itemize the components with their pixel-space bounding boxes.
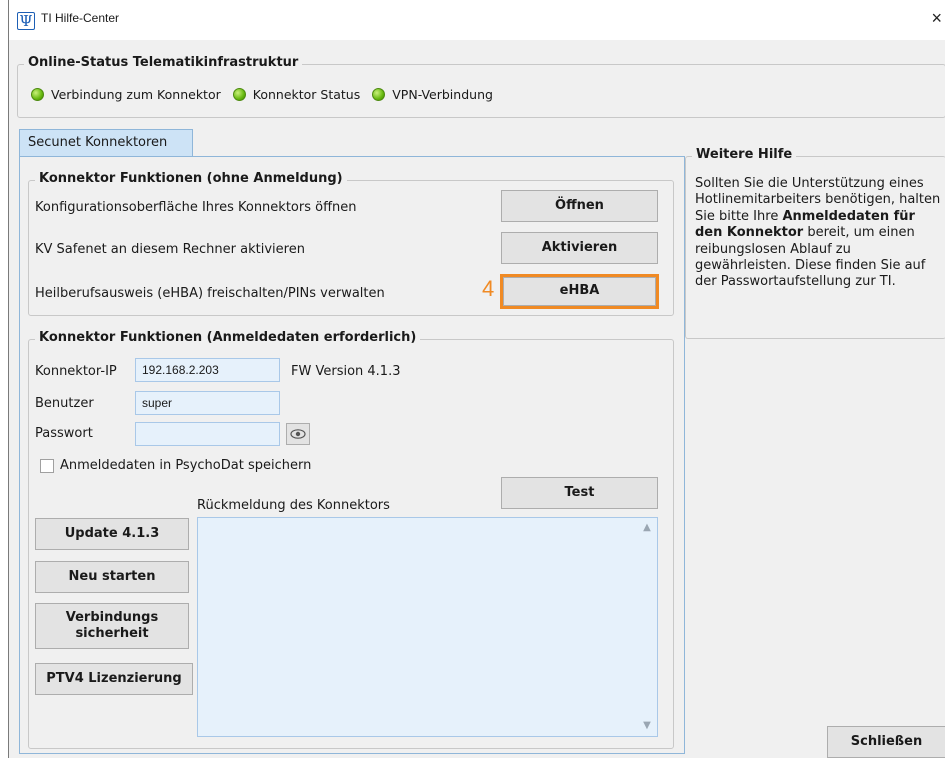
status-label-connector: Konnektor Status [252,87,361,102]
save-credentials-label: Anmeldedaten in PsychoDat speichern [60,458,312,473]
close-icon[interactable]: × [931,8,942,29]
connection-security-button[interactable]: Verbindungs sicherheit [35,603,189,649]
ptv4-licensing-button[interactable]: PTV4 Lizenzierung [35,663,193,695]
scroll-down-icon[interactable]: ▼ [641,720,653,732]
app-psi-icon: Ψ [17,12,35,30]
row-label-safenet: KV Safenet an diesem Rechner aktivieren [35,242,305,257]
user-label: Benutzer [35,396,94,411]
show-password-button[interactable] [286,423,310,445]
help-text: Sollten Sie die Unterstützung eines Hotl… [695,176,945,291]
scroll-up-icon[interactable]: ▲ [641,522,653,534]
online-status-legend: Online-Status Telematikinfrastruktur [24,55,303,70]
functions-login-legend: Konnektor Funktionen (Anmeldedaten erfor… [35,330,421,345]
connector-ip-input[interactable]: 192.168.2.203 [135,358,280,382]
user-input[interactable]: super [135,391,280,415]
eye-icon [290,429,306,439]
online-status-indicators: Verbindung zum Konnektor Konnektor Statu… [31,87,505,102]
status-label-connection: Verbindung zum Konnektor [51,87,221,102]
password-input[interactable] [135,422,280,446]
password-label: Passwort [35,426,93,441]
ip-label: Konnektor-IP [35,364,117,379]
close-button[interactable]: Schließen [827,726,945,758]
restart-button[interactable]: Neu starten [35,561,189,593]
connector-connection-status-icon [31,88,44,101]
row-label-ehba: Heilberufsausweis (eHBA) freischalten/PI… [35,286,385,301]
window-title: TI Hilfe-Center [41,11,120,25]
connector-status-icon [232,88,246,101]
vpn-status-icon [372,88,386,101]
open-button[interactable]: Öffnen [501,190,658,222]
update-button[interactable]: Update 4.1.3 [35,518,189,550]
fw-version-label: FW Version 4.1.3 [291,364,401,379]
title-bar: Ψ TI Hilfe-Center × [9,0,945,40]
feedback-label: Rückmeldung des Konnektors [197,498,390,513]
ehba-button[interactable]: eHBA [503,277,656,306]
activate-button[interactable]: Aktivieren [501,232,658,264]
help-legend: Weitere Hilfe [692,147,797,162]
tab-secunet-konnektoren[interactable]: Secunet Konnektoren [19,129,193,157]
test-button[interactable]: Test [501,477,658,509]
row-label-config-ui: Konfigurationsoberfläche Ihres Konnektor… [35,200,357,215]
functions-no-login-legend: Konnektor Funktionen (ohne Anmeldung) [35,171,347,186]
status-label-vpn: VPN-Verbindung [392,87,493,102]
ti-hilfe-center-window: Ψ TI Hilfe-Center × Online-Status Telema… [8,0,945,758]
feedback-textarea[interactable]: ▲ ▼ [197,517,658,737]
save-credentials-checkbox[interactable] [40,459,54,473]
step-marker: 4 [482,276,495,301]
